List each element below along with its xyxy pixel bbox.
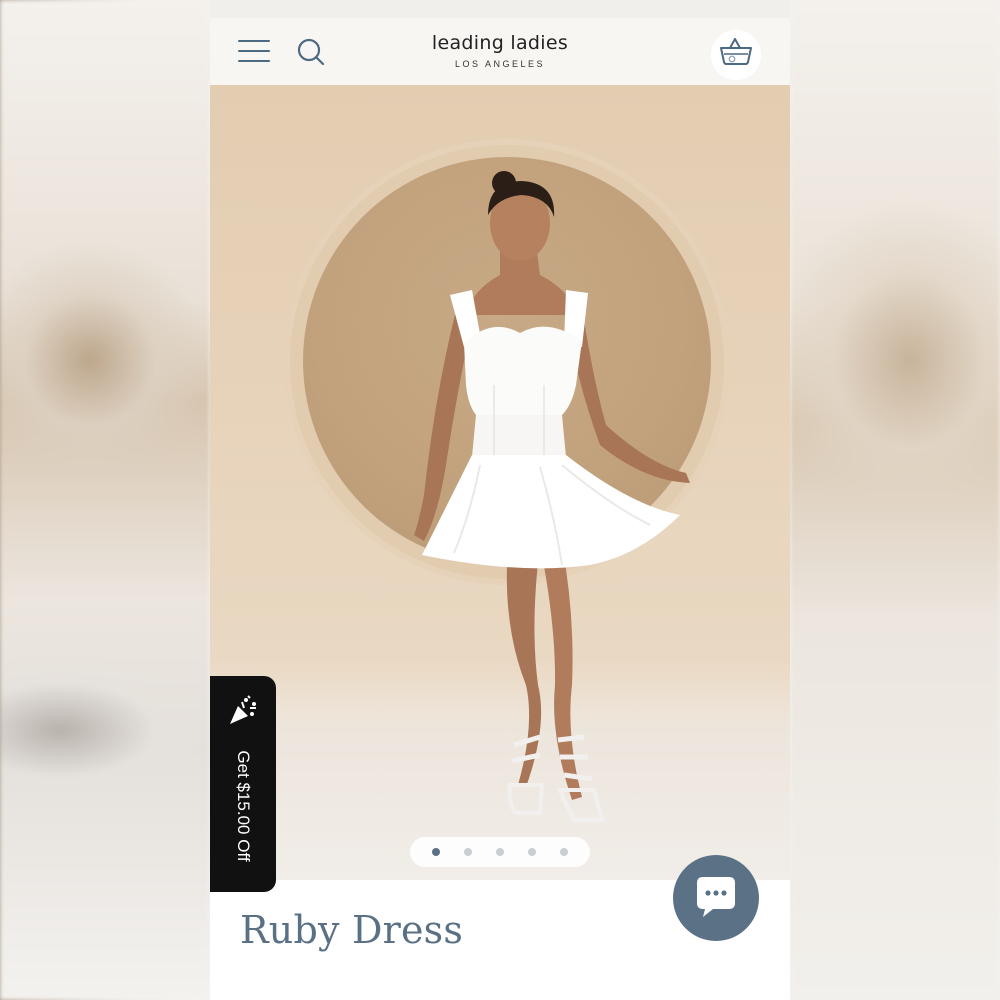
mobile-page: leading ladies LOS ANGELES Get $15.00 Of… [210, 0, 790, 1000]
promo-label: Get $15.00 Off [234, 750, 253, 862]
status-strip [210, 0, 790, 18]
gallery-dot-1[interactable] [432, 848, 440, 856]
gallery-dot-5[interactable] [560, 848, 568, 856]
shopping-basket-icon [720, 38, 752, 65]
blurred-background-right [790, 0, 1000, 1000]
product-title: Ruby Dress [240, 908, 464, 952]
blurred-background-left [0, 0, 210, 1000]
gallery-dot-3[interactable] [496, 848, 504, 856]
gallery-dot-4[interactable] [528, 848, 536, 856]
chat-bubble-icon [697, 877, 735, 917]
brand-logo-subtitle: LOS ANGELES [454, 59, 546, 69]
discount-promo-tab[interactable]: Get $15.00 Off [210, 676, 276, 892]
site-header: leading ladies LOS ANGELES [210, 18, 790, 86]
gallery-pagination [410, 837, 590, 867]
brand-logo-name[interactable]: leading ladies [210, 32, 790, 54]
product-image-gallery[interactable] [210, 85, 790, 880]
cart-button[interactable] [711, 30, 761, 80]
gallery-dot-2[interactable] [464, 848, 472, 856]
model-photo [414, 171, 690, 822]
chat-button[interactable] [673, 855, 759, 941]
